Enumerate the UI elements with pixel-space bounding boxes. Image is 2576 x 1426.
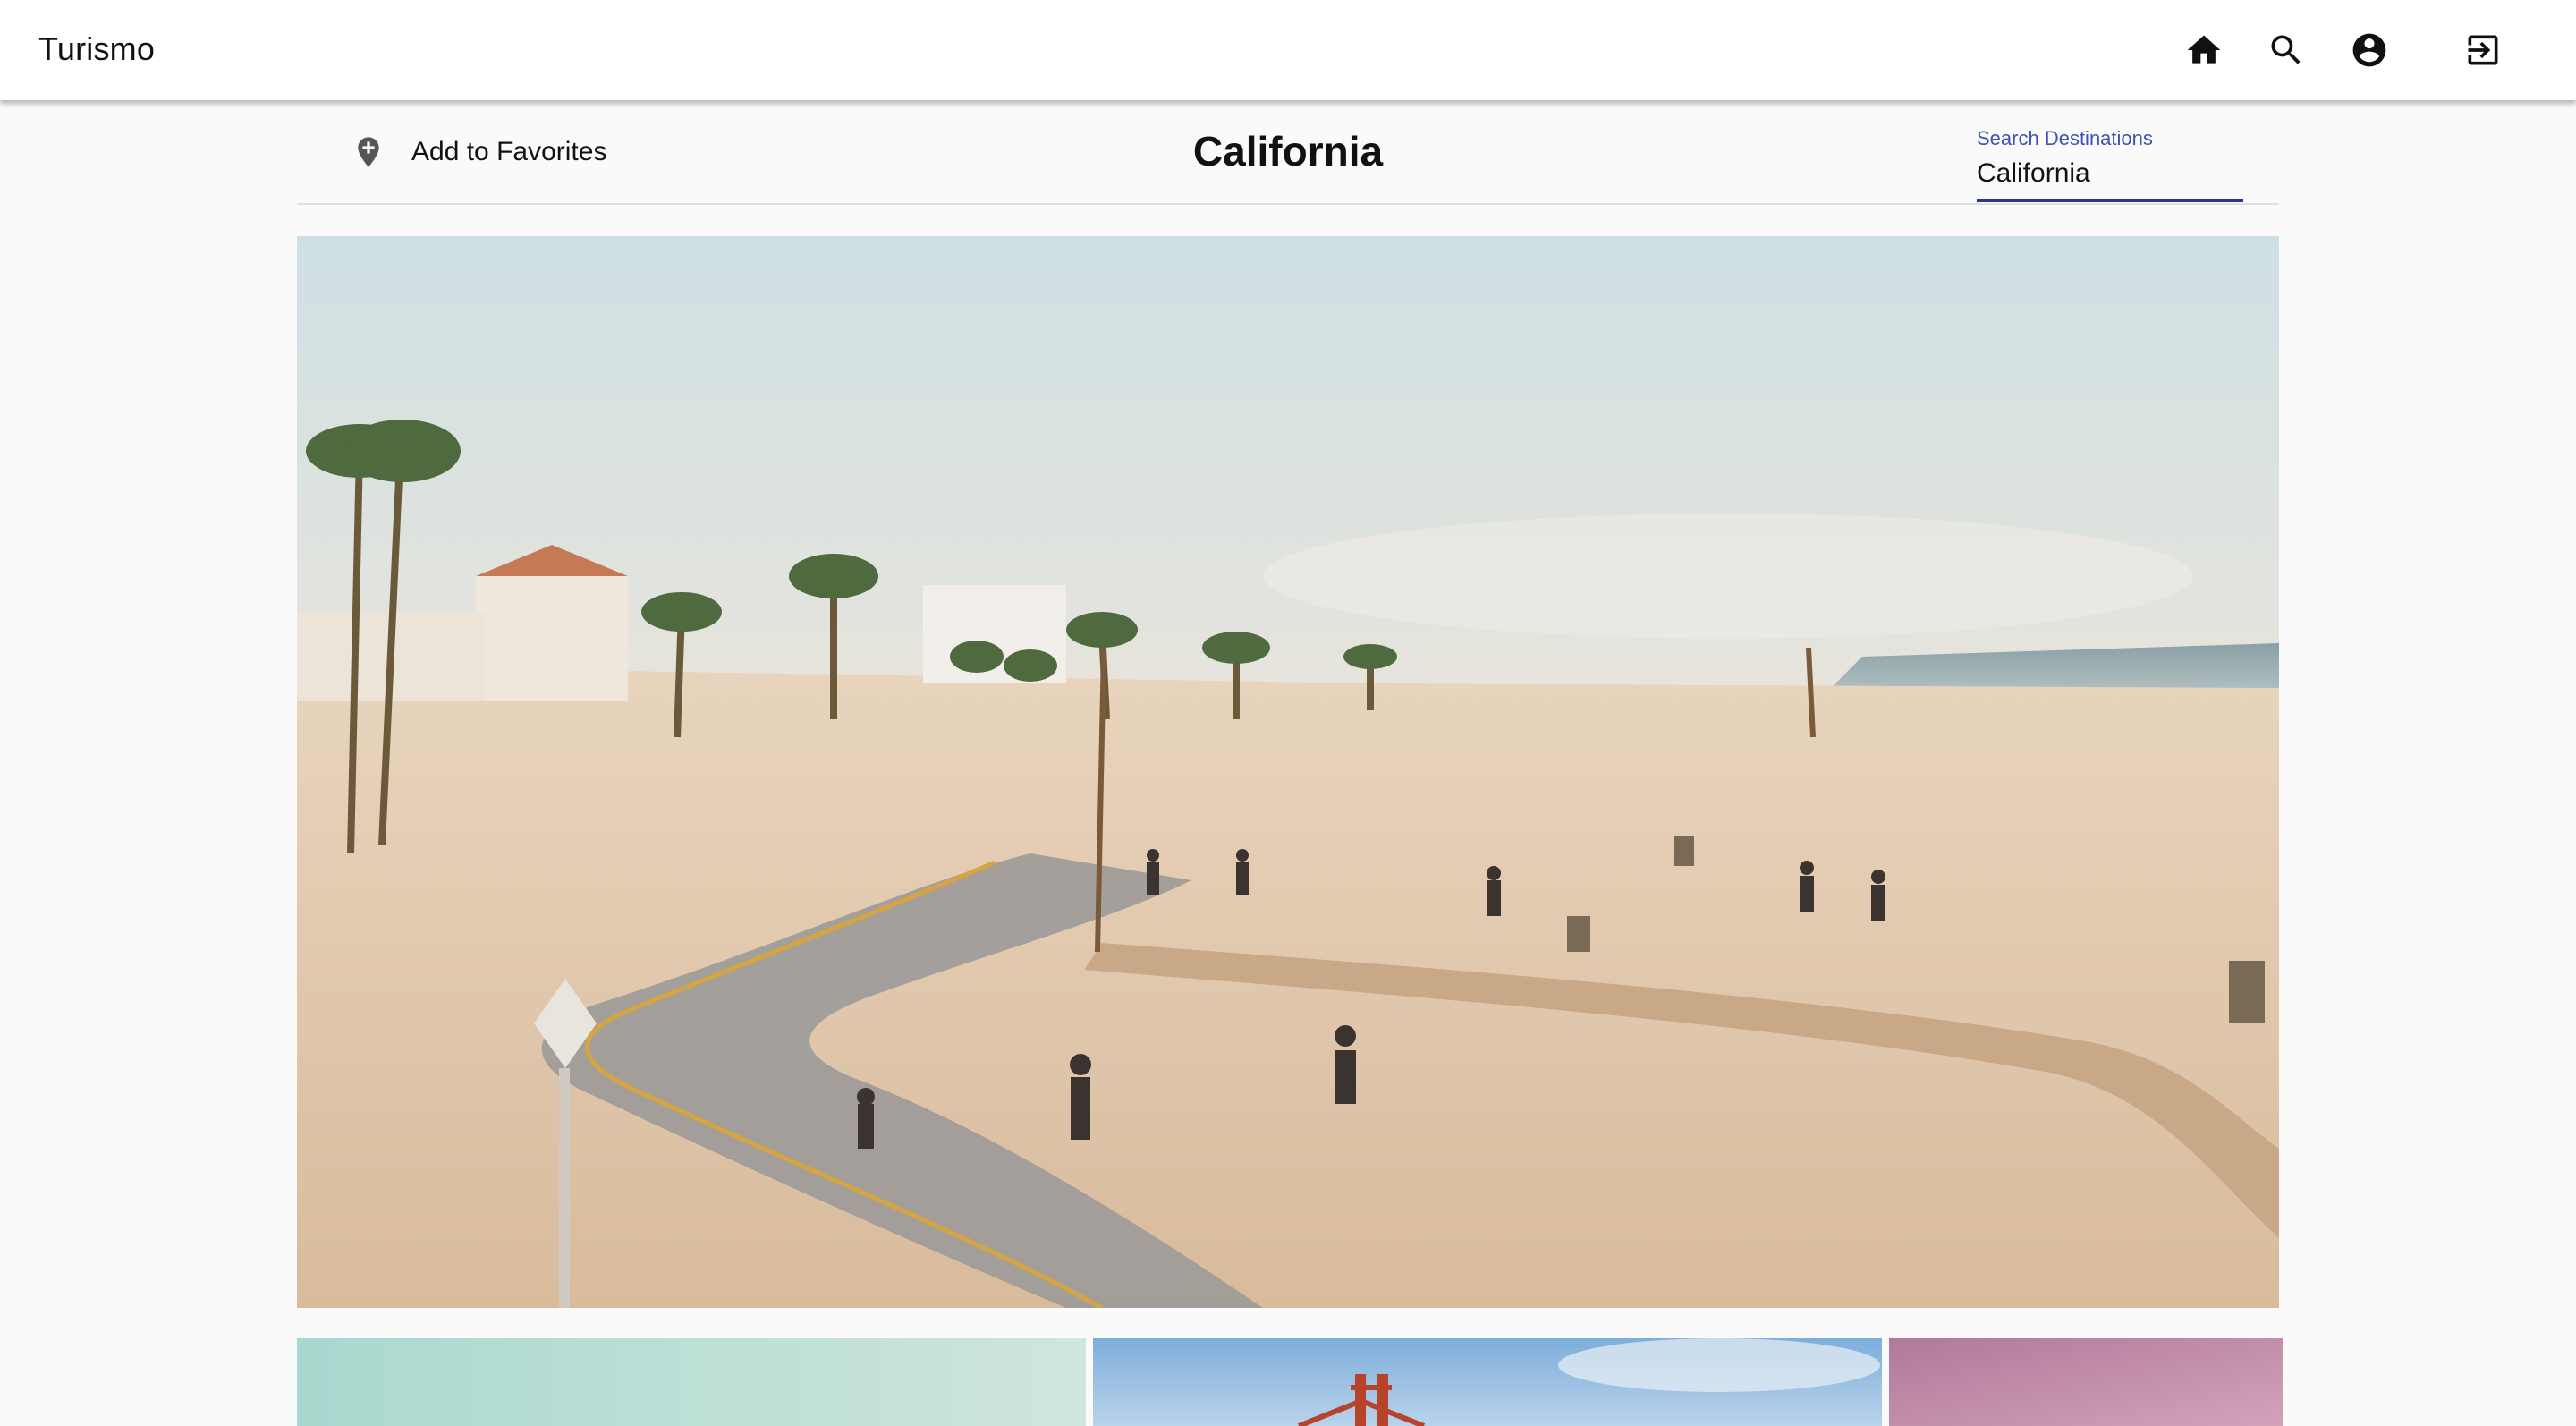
add-to-favorites-button[interactable]: Add to Favorites <box>351 129 606 175</box>
thumbnail-2-image <box>1093 1338 1882 1426</box>
app-bar: Turismo <box>0 0 2576 100</box>
search-button[interactable] <box>2258 21 2315 79</box>
account-button[interactable] <box>2341 21 2398 79</box>
hero-image <box>297 236 2279 1308</box>
search-destinations-field[interactable]: Search Destinations <box>1977 115 2243 202</box>
app-title[interactable]: Turismo <box>38 30 155 68</box>
destination-header: Add to Favorites California Search Desti… <box>297 102 2279 205</box>
home-button[interactable] <box>2175 21 2233 79</box>
add-to-favorites-label: Add to Favorites <box>411 137 607 166</box>
thumbnail-3[interactable] <box>1889 1338 2283 1426</box>
search-icon <box>2271 35 2301 64</box>
exit-to-app-icon <box>2468 35 2498 65</box>
beach-scene-illustration <box>297 236 2279 1308</box>
search-destinations-label: Search Destinations <box>1977 127 2153 149</box>
thumbnail-1[interactable] <box>297 1338 1086 1426</box>
add-location-icon <box>358 137 379 167</box>
thumbnail-3-image <box>1889 1338 2283 1426</box>
search-input-underline <box>1977 199 2243 202</box>
search-destinations-input[interactable] <box>1977 157 2241 190</box>
logout-button[interactable] <box>2454 21 2512 79</box>
thumbnail-2[interactable] <box>1093 1338 1882 1426</box>
account-circle-icon <box>2352 33 2386 67</box>
thumbnail-1-image <box>297 1338 1086 1426</box>
home-icon <box>2187 35 2221 64</box>
